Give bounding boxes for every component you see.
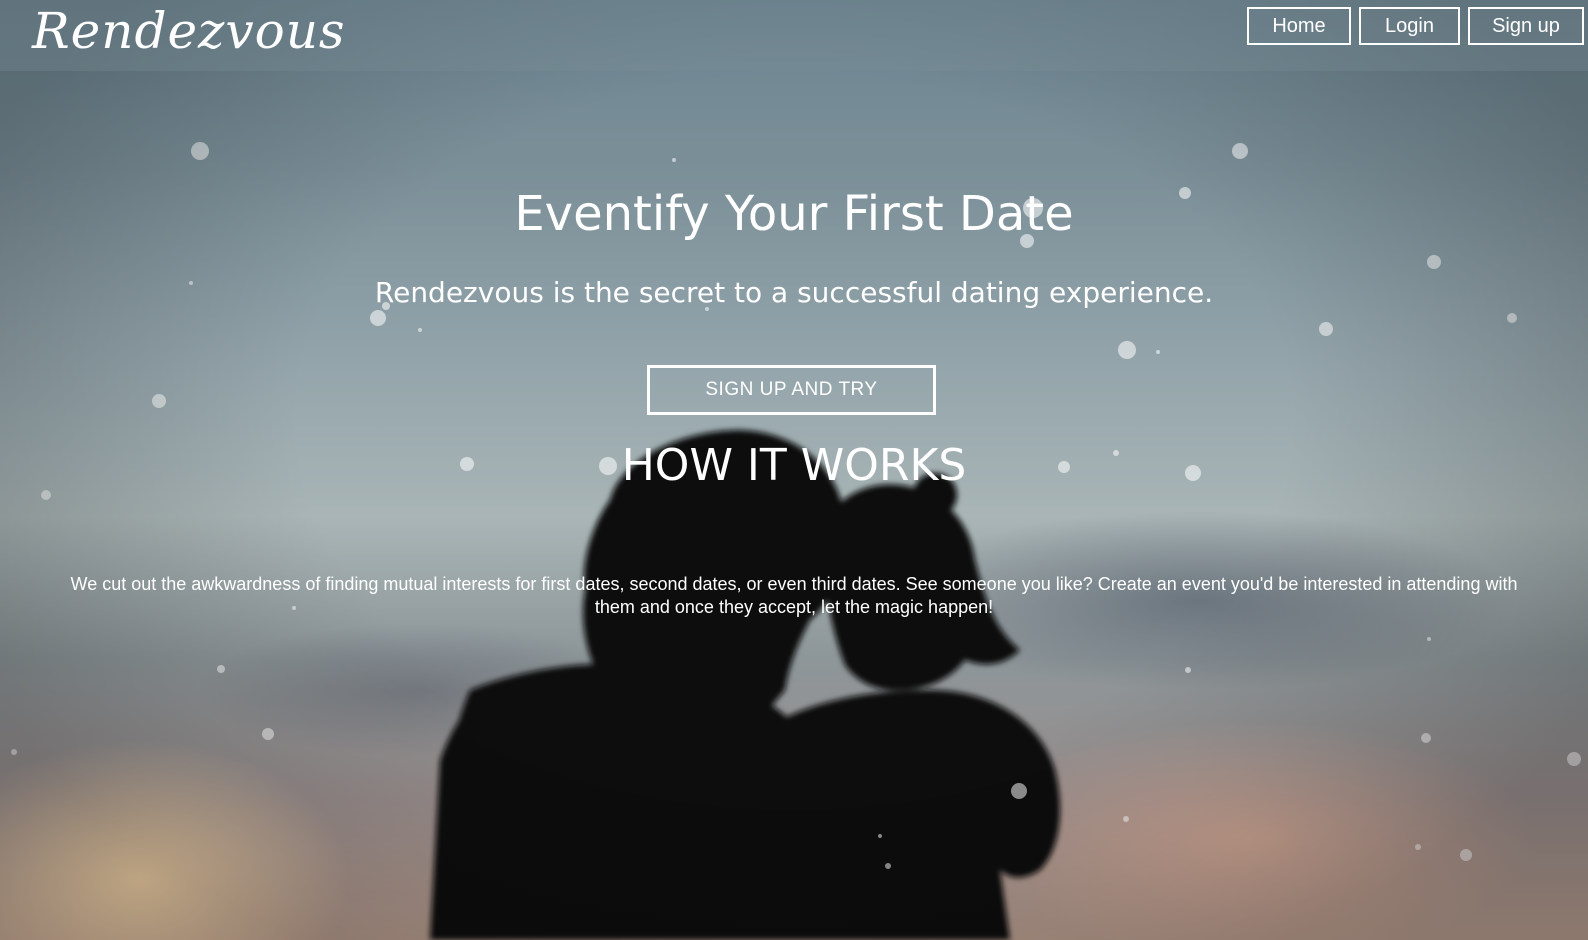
brand-logo[interactable]: Rendezvous (32, 0, 346, 62)
main-nav: Home Login Sign up (1247, 7, 1584, 45)
nav-signup-button[interactable]: Sign up (1468, 7, 1584, 45)
top-navigation-bar: Rendezvous Home Login Sign up (0, 0, 1588, 71)
nav-home-button[interactable]: Home (1247, 7, 1351, 45)
how-it-works-description: We cut out the awkwardness of finding mu… (70, 574, 1518, 617)
hero-subtitle: Rendezvous is the secret to a successful… (374, 276, 1214, 309)
signup-and-try-button[interactable]: SIGN UP AND TRY (647, 365, 936, 415)
landing-page: Rendezvous Home Login Sign up Eventify Y… (0, 0, 1588, 940)
hero-title: Eventify Your First Date (514, 186, 1074, 242)
how-it-works-heading: HOW IT WORKS (621, 440, 967, 491)
nav-login-button[interactable]: Login (1359, 7, 1460, 45)
